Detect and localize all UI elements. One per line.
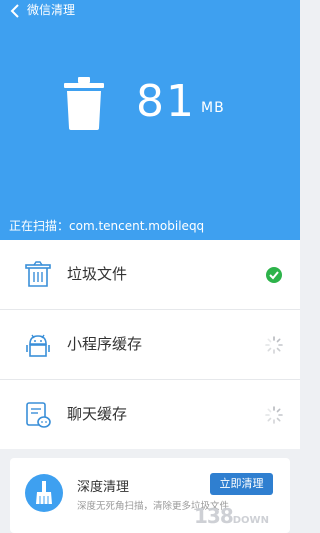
list-item-junk-files[interactable]: 垃圾文件 xyxy=(0,240,300,310)
list-item-label: 聊天缓存 xyxy=(67,405,128,423)
list-item-chat-cache[interactable]: 聊天缓存 xyxy=(0,380,300,449)
list-item-mini-program-cache[interactable]: 小程序缓存 xyxy=(0,310,300,380)
list-item-label: 垃圾文件 xyxy=(67,265,128,283)
clean-now-button[interactable]: 立即清理 xyxy=(210,473,273,495)
site-watermark: 138DOWN xyxy=(194,504,269,528)
top-bar: 微信清理 xyxy=(0,0,300,22)
check-circle-icon xyxy=(266,267,282,283)
broom-icon xyxy=(25,474,63,512)
clean-category-list: 垃圾文件 小程序缓存 聊天缓存 xyxy=(0,240,300,449)
back-arrow-icon[interactable] xyxy=(9,3,23,19)
trash-icon xyxy=(64,77,104,130)
watermark-suffix: DOWN xyxy=(232,515,269,526)
trash-bin-icon xyxy=(25,261,51,287)
loading-spinner-icon xyxy=(265,336,283,354)
scan-header: 微信清理 81 MB 正在扫描：com.tencent.mobileqq xyxy=(0,0,300,240)
list-item-label: 小程序缓存 xyxy=(67,335,143,353)
page-title: 微信清理 xyxy=(27,3,76,17)
loading-spinner-icon xyxy=(265,406,283,424)
watermark-main: 138 xyxy=(194,504,234,528)
junk-size-unit: MB xyxy=(201,100,225,116)
junk-size-value: 81 xyxy=(136,76,196,127)
deep-clean-title: 深度清理 xyxy=(77,480,130,495)
chat-document-icon xyxy=(26,402,51,428)
android-robot-icon xyxy=(26,334,50,357)
scan-status-text: 正在扫描：com.tencent.mobileqq xyxy=(9,219,205,233)
